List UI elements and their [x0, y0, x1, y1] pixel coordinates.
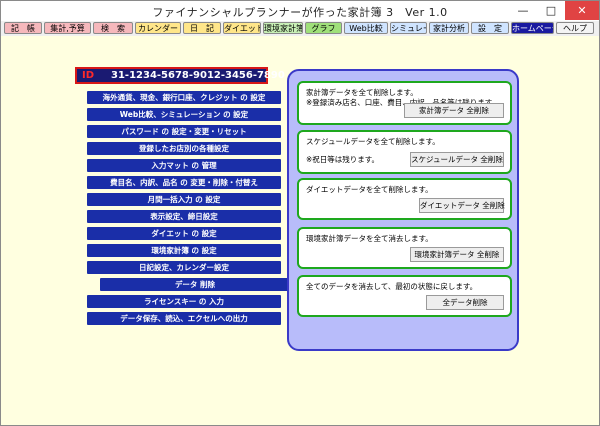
- title-bar: ファイナンシャルプランナーが作った家計簿 3 Ver 1.0 — □ ✕: [1, 1, 599, 21]
- tab-settei[interactable]: 設 定: [471, 22, 509, 34]
- tab-kicho[interactable]: 記 帳: [4, 22, 42, 34]
- app-window: ファイナンシャルプランナーが作った家計簿 3 Ver 1.0 — □ ✕ 記 帳…: [0, 0, 600, 426]
- section-kankyo-text-0: 環境家計簿データを全て消去します。: [306, 234, 433, 243]
- tab-kankyo-kakeibo[interactable]: 環境家計簿: [263, 22, 303, 34]
- section-all: 全てのデータを消去して、最初の状態に戻します。全データ削除: [297, 275, 512, 317]
- tab-shukei-yosan[interactable]: 集計,予算: [44, 22, 91, 34]
- menu-category-edit[interactable]: 費目名、内訳、品名 の 変更・削除・付替え: [87, 176, 281, 189]
- tab-kensaku[interactable]: 検 索: [93, 22, 133, 34]
- section-kakeibo: 家計簿データを全て削除します。 ※登録済み店名、口座、費目、内訳、品名等は残ります…: [297, 81, 512, 125]
- section-diet: ダイエットデータを全て削除します。ダイエットデータ 全削除: [297, 178, 512, 220]
- tab-homepage[interactable]: ホームページ: [511, 22, 554, 34]
- minimize-button[interactable]: —: [509, 1, 537, 20]
- section-schedule-text-1: ※祝日等は残ります。: [306, 155, 380, 164]
- section-schedule-text-0: スケジュールデータを全て削除します。: [306, 137, 440, 146]
- section-all-text-0: 全てのデータを消去して、最初の状態に戻します。: [306, 282, 478, 291]
- menu-input-mat[interactable]: 入力マット の 管理: [87, 159, 281, 172]
- tab-diet[interactable]: ダイエット: [223, 22, 261, 34]
- id-value: 31-1234-5678-9012-3456-7890: [111, 70, 285, 81]
- menu-password[interactable]: パスワード の 設定・変更・リセット: [87, 125, 281, 138]
- menu-monthly-batch[interactable]: 月間一括入力 の 設定: [87, 193, 281, 206]
- tab-graph[interactable]: グラフ: [305, 22, 342, 34]
- tab-kakei-bunseki[interactable]: 家計分析: [429, 22, 469, 34]
- tab-nikki[interactable]: 日 記: [183, 22, 221, 34]
- delete-diet-button[interactable]: ダイエットデータ 全削除: [419, 198, 505, 213]
- tab-simulation[interactable]: シミュレーション: [390, 22, 427, 34]
- id-label: ID: [82, 70, 95, 81]
- delete-kankyo-button[interactable]: 環境家計簿データ 全削除: [410, 247, 504, 262]
- menu-web-simulation[interactable]: Web比較、シミュレーション の 設定: [87, 108, 281, 121]
- tab-web-hikaku[interactable]: Web比較: [344, 22, 388, 34]
- tab-help[interactable]: ヘルプ: [556, 22, 594, 34]
- menu-store-settings[interactable]: 登録したお店別の各種設定: [87, 142, 281, 155]
- delete-all-button[interactable]: 全データ削除: [426, 295, 504, 310]
- section-diet-text-0: ダイエットデータを全て削除します。: [306, 185, 433, 194]
- menu-diet[interactable]: ダイエット の 設定: [87, 227, 281, 240]
- tab-calendar[interactable]: カレンダー: [135, 22, 181, 34]
- menu-data-delete[interactable]: データ 削除: [100, 278, 290, 291]
- close-button[interactable]: ✕: [565, 1, 599, 20]
- delete-kakeibo-button[interactable]: 家計簿データ 全削除: [404, 103, 504, 118]
- tab-bar: 記 帳集計,予算検 索カレンダー日 記ダイエット 環境家計簿 グラフ Web比較 シミュ…: [1, 21, 599, 36]
- menu-display-closing[interactable]: 表示設定、締日設定: [87, 210, 281, 223]
- section-schedule: スケジュールデータを全て削除します。 ※祝日等は残ります。 スケジュールデータ 全削…: [297, 130, 512, 174]
- section-kankyo: 環境家計簿データを全て消去します。環境家計簿データ 全削除: [297, 227, 512, 269]
- license-id-box: ID 31-1234-5678-9012-3456-7890: [75, 67, 285, 84]
- delete-schedule-button[interactable]: スケジュールデータ 全削除: [410, 152, 504, 167]
- menu-save-load-excel[interactable]: データ保存、読込、エクセルへの出力: [87, 312, 281, 325]
- menu-diary-calendar[interactable]: 日記設定、カレンダー設定: [87, 261, 281, 274]
- menu-currency-bank-credit[interactable]: 海外通貨、現金、銀行口座、クレジット の 設定: [87, 91, 281, 104]
- maximize-button[interactable]: □: [537, 1, 565, 20]
- menu-kankyo-kakeibo[interactable]: 環境家計簿 の 設定: [87, 244, 281, 257]
- menu-license-key[interactable]: ライセンスキー の 入力: [87, 295, 281, 308]
